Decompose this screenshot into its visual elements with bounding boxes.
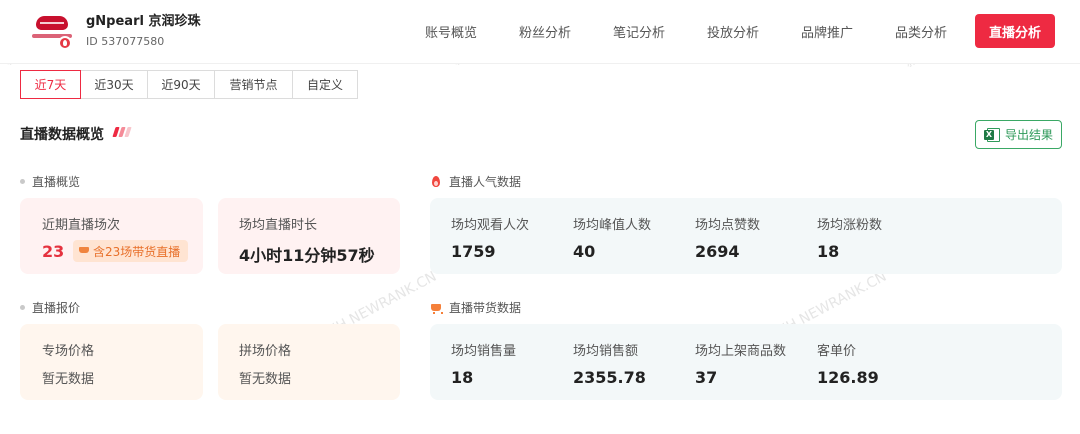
live-quote-heading: 直播报价 bbox=[20, 299, 80, 316]
recent-sessions-label: 近期直播场次 bbox=[42, 218, 121, 233]
nav-ads-analysis[interactable]: 投放分析 bbox=[707, 22, 759, 41]
tab-90-days[interactable]: 近90天 bbox=[148, 70, 215, 99]
avg-fans-gain-label: 场均涨粉数 bbox=[817, 218, 883, 233]
nav-notes-analysis[interactable]: 笔记分析 bbox=[613, 22, 665, 41]
avg-duration-label: 场均直播时长 bbox=[239, 218, 318, 233]
live-quote-label: 直播报价 bbox=[32, 301, 81, 315]
avg-products-listed-value: 37 bbox=[695, 368, 718, 387]
time-range-tabs: 近7天 近30天 近90天 营销节点 自定义 bbox=[20, 70, 358, 99]
flame-badge-icon bbox=[58, 36, 72, 50]
popularity-heading: 直播人气数据 bbox=[430, 173, 521, 190]
live-overview-label: 直播概览 bbox=[32, 175, 81, 189]
dedicated-price-label: 专场价格 bbox=[42, 344, 95, 359]
account-name: gNpearl 京润珍珠 bbox=[86, 14, 201, 29]
dedicated-price-card: 专场价格 暂无数据 bbox=[20, 324, 203, 400]
brand-logo bbox=[30, 14, 74, 52]
unit-price-label: 客单价 bbox=[817, 344, 857, 359]
avg-duration-card: 场均直播时长 4小时11分钟57秒 bbox=[218, 198, 400, 274]
avg-views-value: 1759 bbox=[451, 242, 496, 261]
tab-marketing-nodes[interactable]: 营销节点 bbox=[215, 70, 293, 99]
avg-views-label: 场均观看人次 bbox=[451, 218, 530, 233]
sales-heading: 直播带货数据 bbox=[430, 299, 521, 316]
popularity-card: 场均观看人次 1759 场均峰值人数 40 场均点赞数 2694 场均涨粉数 1… bbox=[430, 198, 1062, 274]
avg-likes-value: 2694 bbox=[695, 242, 740, 261]
account-id: ID 537077580 bbox=[86, 35, 165, 48]
tab-custom[interactable]: 自定义 bbox=[293, 70, 358, 99]
nav-fans-analysis[interactable]: 粉丝分析 bbox=[519, 22, 571, 41]
title-decoration-icon bbox=[112, 127, 132, 137]
nav-category-analysis[interactable]: 品类分析 bbox=[895, 22, 947, 41]
cart-icon bbox=[79, 246, 90, 256]
unit-price-value: 126.89 bbox=[817, 368, 879, 387]
dedicated-price-value: 暂无数据 bbox=[42, 372, 95, 387]
avg-sales-amount-label: 场均销售额 bbox=[573, 344, 639, 359]
flame-icon bbox=[430, 175, 442, 188]
avg-peak-label: 场均峰值人数 bbox=[573, 218, 652, 233]
export-results-button[interactable]: X 导出结果 bbox=[975, 120, 1062, 149]
avg-sales-amount-value: 2355.78 bbox=[573, 368, 646, 387]
popularity-label: 直播人气数据 bbox=[449, 175, 522, 189]
bullet-dot-icon bbox=[20, 305, 25, 310]
tab-30-days[interactable]: 近30天 bbox=[81, 70, 148, 99]
section-title: 直播数据概览 bbox=[20, 127, 104, 143]
sales-label: 直播带货数据 bbox=[449, 301, 522, 315]
bullet-dot-icon bbox=[20, 179, 25, 184]
export-label: 导出结果 bbox=[1004, 128, 1053, 142]
recent-sessions-card: 近期直播场次 23 含23场带货直播 bbox=[20, 198, 203, 274]
recent-sessions-value: 23 bbox=[42, 242, 65, 261]
shared-price-card: 拼场价格 暂无数据 bbox=[218, 324, 400, 400]
live-overview-heading: 直播概览 bbox=[20, 173, 80, 190]
top-header: gNpearl 京润珍珠 ID 537077580 账号概览 粉丝分析 笔记分析… bbox=[0, 0, 1080, 64]
tab-7-days[interactable]: 近7天 bbox=[20, 70, 81, 99]
shared-price-label: 拼场价格 bbox=[239, 344, 292, 359]
avg-likes-label: 场均点赞数 bbox=[695, 218, 761, 233]
nav-account-overview[interactable]: 账号概览 bbox=[425, 22, 477, 41]
sales-card: 场均销售量 18 场均销售额 2355.78 场均上架商品数 37 客单价 12… bbox=[430, 324, 1062, 400]
avg-peak-value: 40 bbox=[573, 242, 596, 261]
nav-live-analysis[interactable]: 直播分析 bbox=[975, 14, 1055, 48]
avg-duration-value: 4小时11分钟57秒 bbox=[239, 246, 375, 265]
sales-live-pill: 含23场带货直播 bbox=[73, 240, 189, 262]
avg-products-listed-label: 场均上架商品数 bbox=[695, 344, 787, 359]
avg-sales-volume-label: 场均销售量 bbox=[451, 344, 517, 359]
sales-live-pill-text: 含23场带货直播 bbox=[93, 244, 181, 259]
avg-sales-volume-value: 18 bbox=[451, 368, 474, 387]
excel-icon: X bbox=[983, 127, 1000, 143]
nav-brand-promotion[interactable]: 品牌推广 bbox=[801, 22, 853, 41]
avg-fans-gain-value: 18 bbox=[817, 242, 840, 261]
shopping-cart-icon bbox=[430, 302, 443, 314]
shared-price-value: 暂无数据 bbox=[239, 372, 292, 387]
